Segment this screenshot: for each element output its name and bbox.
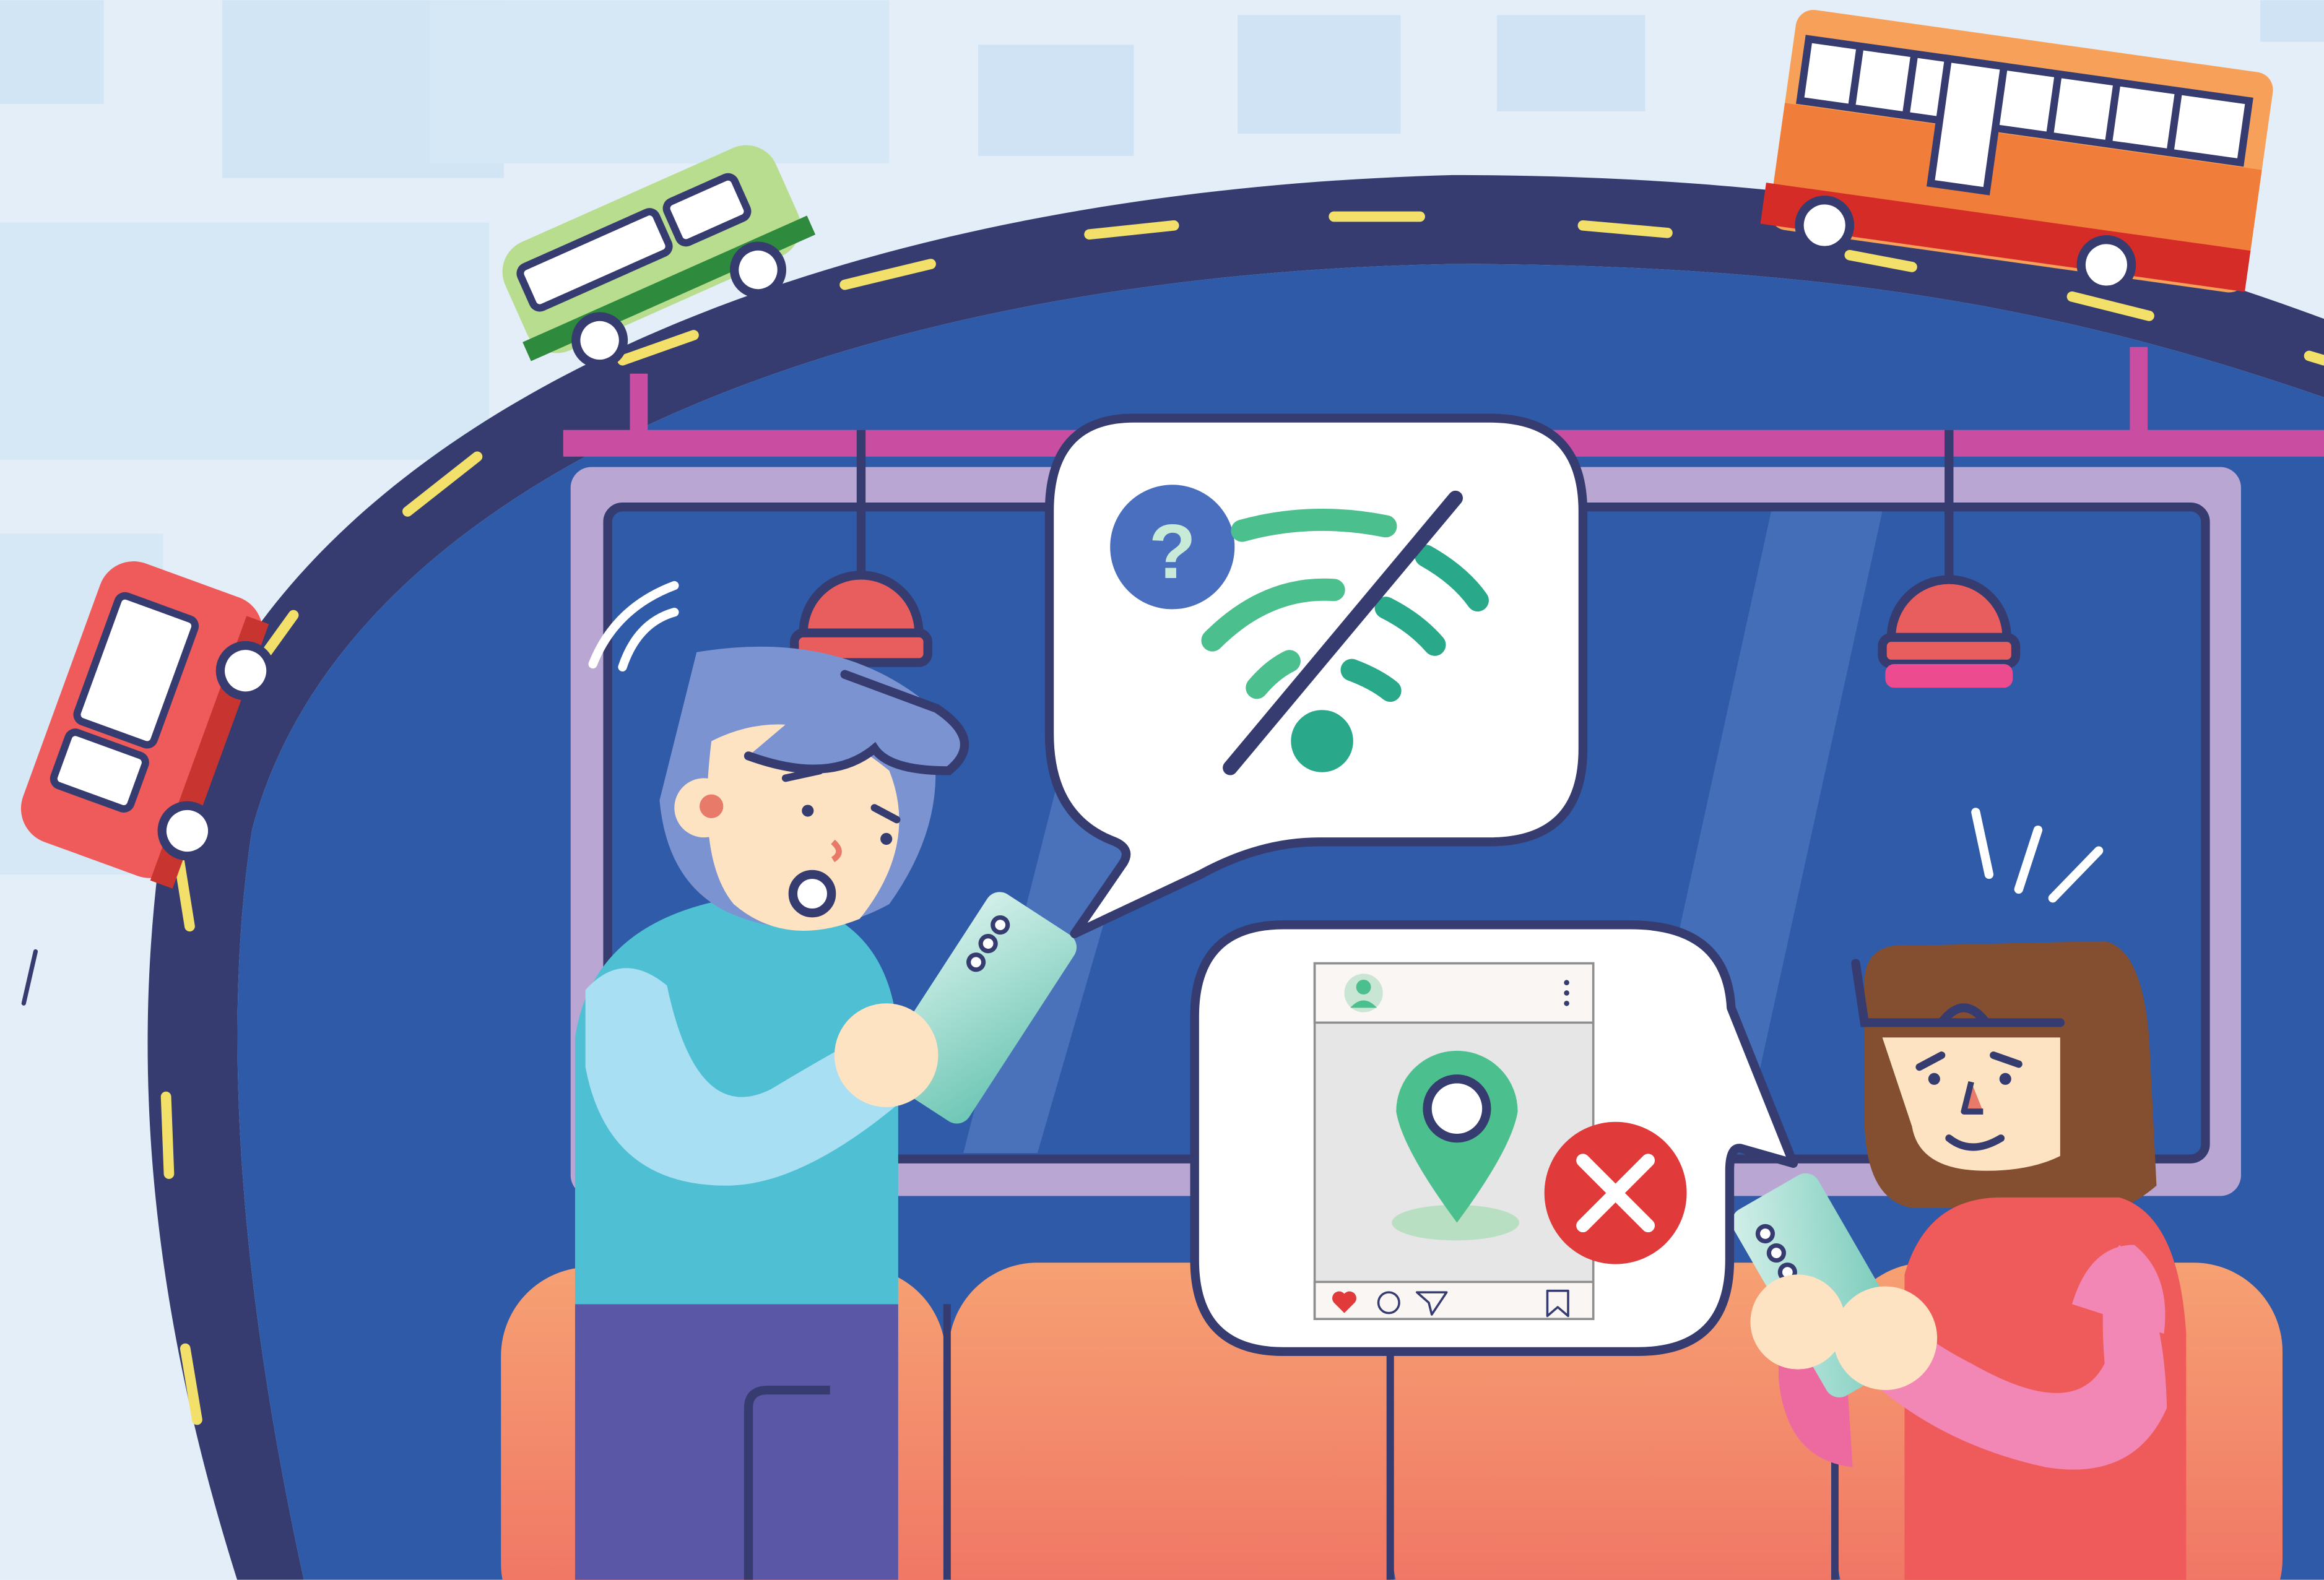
train-connectivity-illustration: ? [0, 0, 2324, 1580]
question-mark-label: ? [1149, 509, 1196, 595]
post-speech-bubble [1190, 920, 1798, 1357]
social-post-card[interactable] [1313, 962, 1595, 1321]
more-vertical-icon[interactable] [1564, 980, 1569, 1006]
close-x-icon[interactable] [1544, 1121, 1687, 1264]
user-avatar-icon[interactable] [1344, 973, 1383, 1012]
